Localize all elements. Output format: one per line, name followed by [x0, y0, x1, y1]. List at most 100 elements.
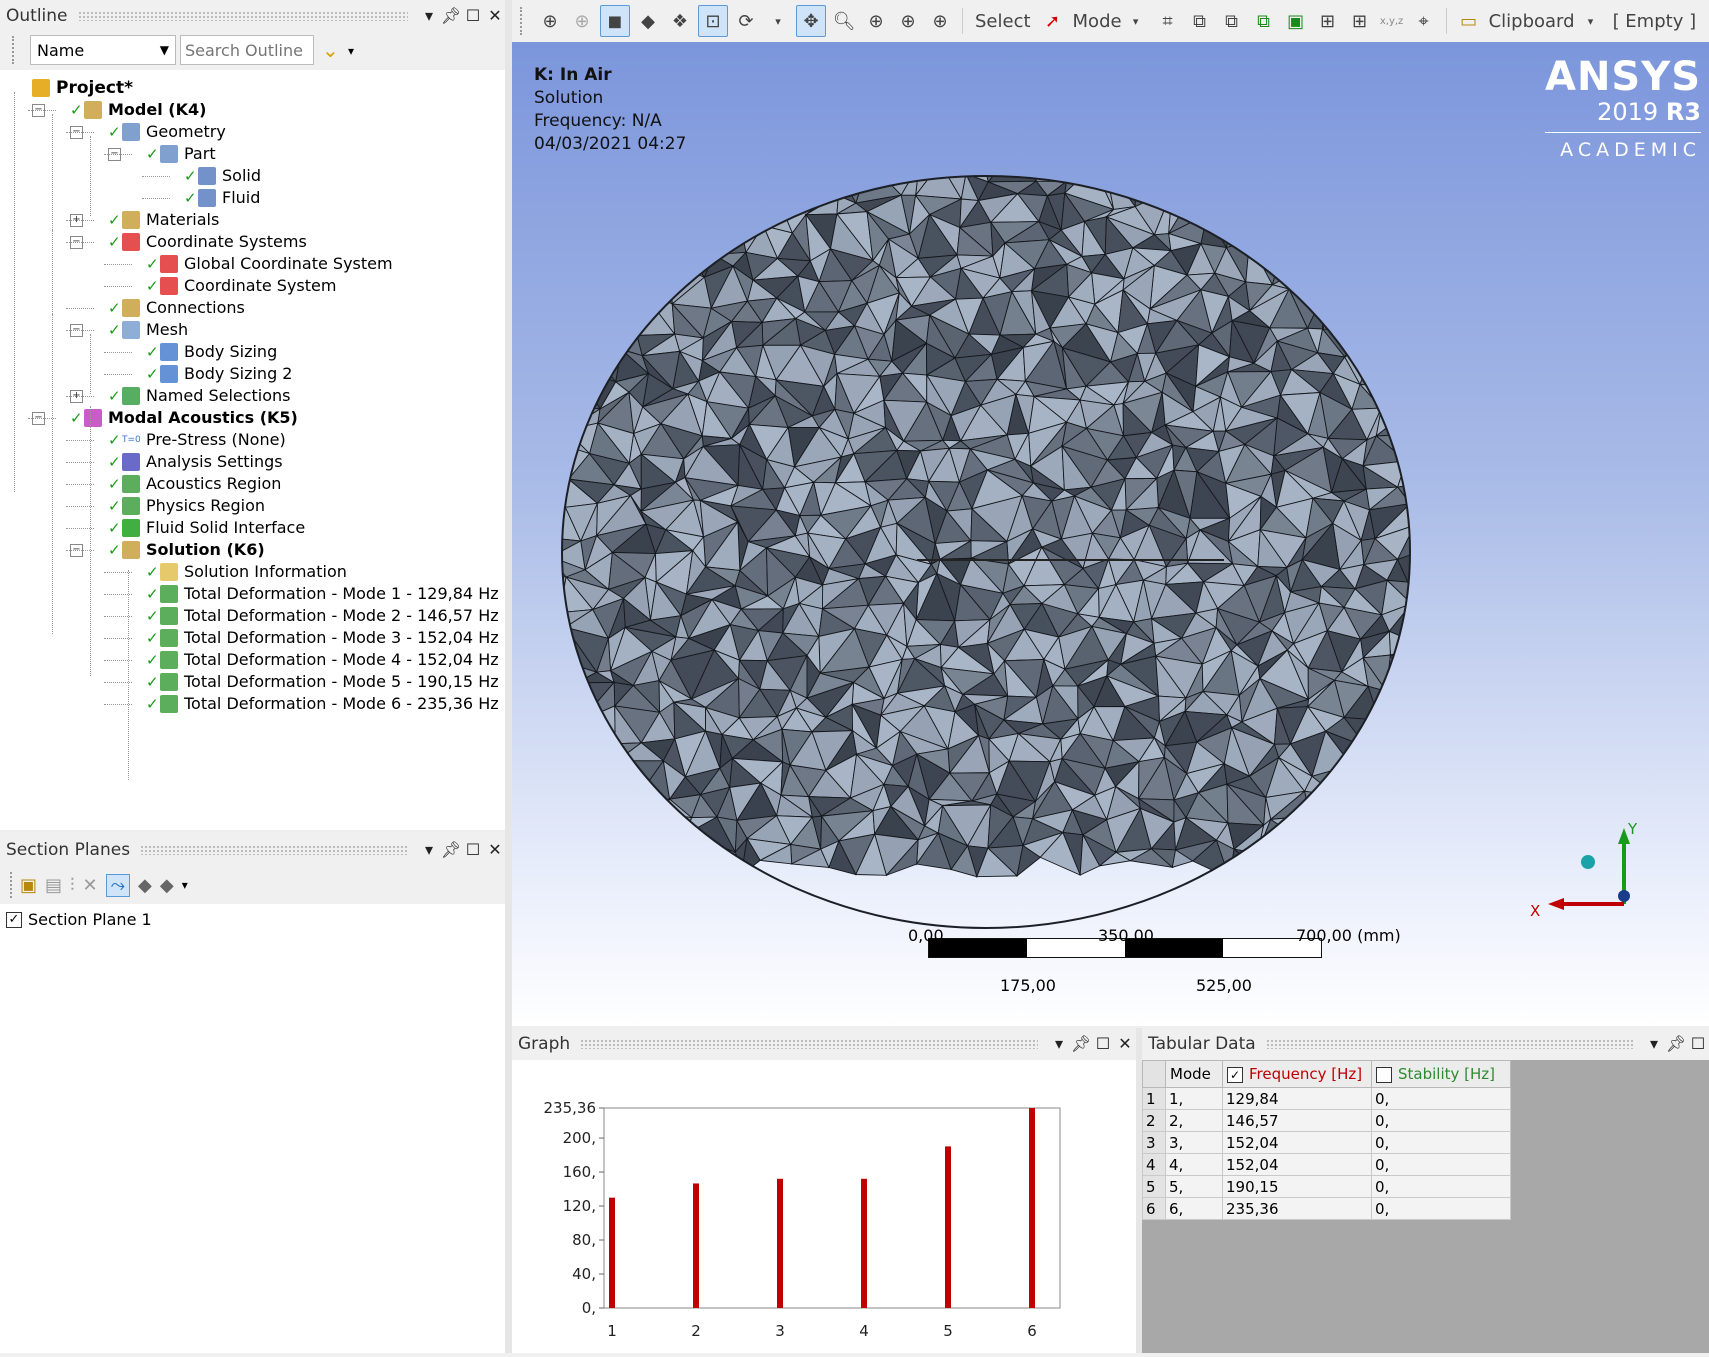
tree-node[interactable]: + ✓ Named Selections	[70, 384, 291, 408]
select-face-icon[interactable]: ⧉	[1218, 6, 1246, 36]
zoom-to-fit-icon[interactable]: ⊕	[536, 6, 564, 36]
filter-type-select[interactable]: Name ▼	[30, 35, 176, 65]
more-icon[interactable]: ▾	[182, 878, 188, 892]
fit-icon[interactable]: ⊕	[894, 6, 922, 36]
tree-node[interactable]: Project*	[32, 76, 133, 100]
select-button[interactable]: Select	[971, 6, 1035, 36]
clipboard-button[interactable]: Clipboard	[1487, 6, 1577, 36]
maximize-icon[interactable]: ☐	[462, 834, 484, 866]
tree-node[interactable]: ✓ Total Deformation - Mode 6 - 235,36 Hz	[146, 692, 499, 716]
pin-icon[interactable]: 📌︎	[1070, 1028, 1092, 1060]
tree-node[interactable]: ✓ Fluid Solid Interface	[108, 516, 305, 540]
pin-icon[interactable]: 📌︎	[440, 834, 462, 866]
dropdown-arrow-icon[interactable]: ▾	[1048, 1028, 1070, 1060]
tree-node[interactable]: − ✓ Coordinate Systems	[70, 230, 307, 254]
tree-node[interactable]: ✓ Total Deformation - Mode 4 - 152,04 Hz	[146, 648, 499, 672]
pin-icon[interactable]: 📌︎	[440, 0, 462, 32]
select-mesh-icon[interactable]: ⊞	[1346, 6, 1374, 36]
table-row[interactable]: 3 3, 152,04 0,	[1142, 1131, 1511, 1154]
tree-node[interactable]: ✓ Physics Region	[108, 494, 265, 518]
section-plane-item[interactable]: ✓ Section Plane 1	[6, 910, 152, 929]
show-vertices-icon[interactable]: ❖	[666, 6, 694, 36]
clipboard-icon[interactable]: ▭	[1455, 6, 1483, 36]
pin-icon[interactable]: 📌︎	[1665, 1028, 1687, 1060]
capping-faces-icon[interactable]: ◆	[160, 875, 174, 896]
wireframe-solid-icon[interactable]: ◼	[600, 5, 630, 37]
tree-node[interactable]: ✓ Solid	[184, 164, 261, 188]
show-plane-icon[interactable]: ⫶	[70, 875, 75, 896]
expand-filter-icon[interactable]: ⌄	[322, 38, 339, 62]
maximize-icon[interactable]: ☐	[1687, 1028, 1709, 1060]
select-cursor-icon[interactable]: ➚	[1039, 6, 1067, 36]
edit-section-plane-icon[interactable]: ▤	[45, 875, 62, 896]
tree-node[interactable]: − ✓ Geometry	[70, 120, 226, 144]
zoom-icon[interactable]: 🔍︎	[830, 6, 858, 36]
mode-button[interactable]: Mode	[1071, 6, 1124, 36]
tree-node[interactable]: ✓ Total Deformation - Mode 2 - 146,57 Hz	[146, 604, 499, 628]
rotate-dropdown-icon[interactable]: ▾	[764, 6, 792, 36]
table-row[interactable]: 2 2, 146,57 0,	[1142, 1109, 1511, 1132]
clipboard-dropdown-icon[interactable]: ▾	[1577, 6, 1605, 36]
tree-node[interactable]: ✓ Total Deformation - Mode 3 - 152,04 Hz	[146, 626, 499, 650]
tree-node[interactable]: ✓ Total Deformation - Mode 5 - 190,15 Hz	[146, 670, 499, 694]
graphics-viewport[interactable]: K: In Air Solution Frequency: N/A 04/03/…	[512, 42, 1709, 1026]
more-icon[interactable]: ▾	[348, 44, 354, 58]
tree-node[interactable]: ✓ Connections	[108, 296, 245, 320]
search-outline-input[interactable]	[180, 35, 314, 65]
dropdown-arrow-icon[interactable]: ▾	[1643, 1028, 1665, 1060]
tree-node[interactable]: ✓ Body Sizing 2	[146, 362, 292, 386]
maximize-icon[interactable]: ☐	[462, 0, 484, 32]
stability-column-header[interactable]: Stability [Hz]	[1371, 1060, 1511, 1088]
stability-checkbox[interactable]	[1376, 1066, 1392, 1083]
select-body-icon[interactable]: ⧉	[1250, 6, 1278, 36]
table-row[interactable]: 1 1, 129,84 0,	[1142, 1087, 1511, 1110]
tree-node[interactable]: ✓ Solution Information	[146, 560, 347, 584]
mode-dropdown-icon[interactable]: ▾	[1122, 6, 1150, 36]
tree-node[interactable]: ✓ Fluid	[184, 186, 260, 210]
coordinates-icon[interactable]: x,y,z	[1378, 6, 1406, 36]
tree-node[interactable]: − ✓ Solution (K6)	[70, 538, 265, 562]
tree-node[interactable]: ✓ Total Deformation - Mode 1 - 129,84 Hz	[146, 582, 499, 606]
close-icon[interactable]: ✕	[484, 0, 506, 32]
checkbox[interactable]: ✓	[6, 911, 22, 928]
zoom-previous-icon[interactable]: ⊕	[568, 6, 596, 36]
mode-column-header[interactable]: Mode	[1165, 1060, 1223, 1088]
tree-node[interactable]: ✓ Analysis Settings	[108, 450, 283, 474]
maximize-view-icon[interactable]: ⊡	[698, 5, 728, 37]
frequency-checkbox[interactable]: ✓	[1227, 1066, 1243, 1083]
tree-node[interactable]: − ✓ Model (K4)	[32, 98, 206, 122]
box-zoom-icon[interactable]: ⊕	[862, 6, 890, 36]
tree-node[interactable]: ✓ T=0 Pre-Stress (None)	[108, 428, 286, 452]
table-row[interactable]: 5 5, 190,15 0,	[1142, 1175, 1511, 1198]
dropdown-arrow-icon[interactable]: ▾	[418, 834, 440, 866]
new-section-plane-icon[interactable]: ▣	[20, 875, 37, 896]
box-icon[interactable]: ◆	[634, 6, 662, 36]
probe-icon[interactable]: ⌖	[1410, 6, 1438, 36]
select-element-icon[interactable]: ⊞	[1314, 6, 1342, 36]
capping-icon[interactable]: ◆	[138, 875, 152, 896]
maximize-icon[interactable]: ☐	[1092, 1028, 1114, 1060]
close-icon[interactable]: ✕	[1114, 1028, 1136, 1060]
close-icon[interactable]: ✕	[484, 834, 506, 866]
tree-node[interactable]: − ✓ Modal Acoustics (K5)	[32, 406, 298, 430]
tree-node[interactable]: ✓ Global Coordinate System	[146, 252, 393, 276]
tree-node[interactable]: ✓ Coordinate System	[146, 274, 336, 298]
dropdown-arrow-icon[interactable]: ▾	[418, 0, 440, 32]
select-node-icon[interactable]: ▣	[1282, 6, 1310, 36]
tree-node[interactable]: ✓ Acoustics Region	[108, 472, 281, 496]
rotate-icon[interactable]: ⟳	[732, 6, 760, 36]
tree-node[interactable]: − ✓ Part	[108, 142, 216, 166]
select-edge-icon[interactable]: ⧉	[1186, 6, 1214, 36]
delete-icon[interactable]: ✕	[83, 875, 98, 896]
table-row[interactable]: 6 6, 235,36 0,	[1142, 1197, 1511, 1220]
display-whole-elements-icon[interactable]: ⤳	[105, 873, 131, 897]
tree-node[interactable]: − ✓ Mesh	[70, 318, 188, 342]
magnifier-icon[interactable]: ⊕	[926, 6, 954, 36]
splitter[interactable]	[505, 0, 512, 1353]
table-row[interactable]: 4 4, 152,04 0,	[1142, 1153, 1511, 1176]
frequency-column-header[interactable]: ✓ Frequency [Hz]	[1222, 1060, 1372, 1088]
tree-node[interactable]: ✓ Body Sizing	[146, 340, 277, 364]
pan-icon[interactable]: ✥	[796, 5, 826, 37]
select-vertex-icon[interactable]: ⌗	[1154, 6, 1182, 36]
tree-node[interactable]: + ✓ Materials	[70, 208, 219, 232]
